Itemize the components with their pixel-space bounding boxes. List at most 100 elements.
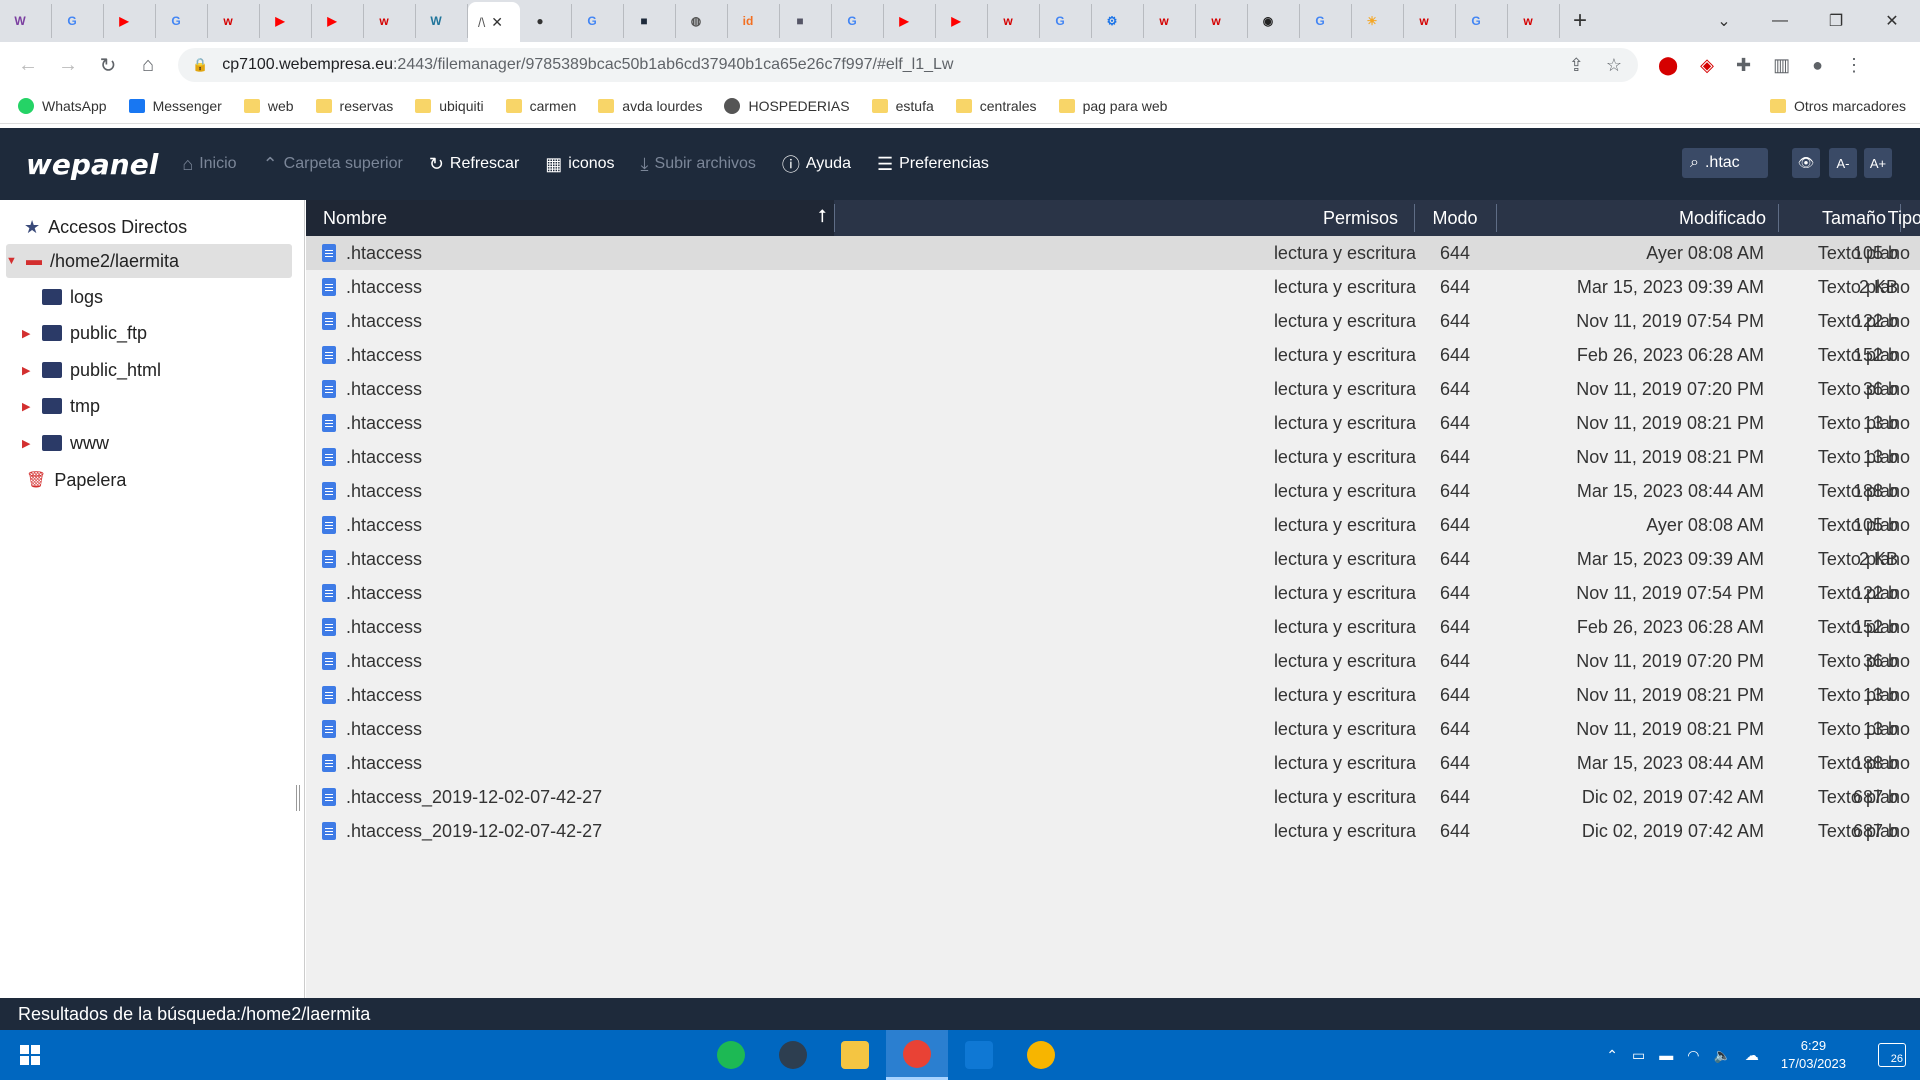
browser-tab[interactable]: ■ [624, 4, 676, 38]
wifi-icon[interactable]: ◠ [1687, 1047, 1699, 1064]
browser-tab[interactable]: ◉ [1248, 4, 1300, 38]
file-row[interactable]: .htaccess lectura y escritura 644 Ayer 08:0… [306, 508, 1920, 542]
tree-node-www[interactable]: ▶ www [22, 426, 109, 460]
taskbar-app[interactable] [886, 1030, 948, 1080]
file-row[interactable]: .htaccess lectura y escritura 644 Nov 11, 2… [306, 678, 1920, 712]
close-tab-icon[interactable]: ✕ [491, 14, 503, 31]
browser-tab[interactable]: G [572, 4, 624, 38]
browser-tab[interactable]: id [728, 4, 780, 38]
collapsed-arrow-icon[interactable]: ▶ [22, 327, 34, 340]
chrome-menu-icon[interactable]: ⋮ [1845, 55, 1863, 76]
refresh-button[interactable]: ↻ Refrescar [429, 154, 519, 175]
taskbar-app[interactable] [762, 1030, 824, 1080]
browser-tab[interactable]: G [52, 4, 104, 38]
bookmark-item[interactable]: pag para web [1058, 98, 1167, 114]
restore-button[interactable]: ❐ [1808, 11, 1864, 31]
battery-icon[interactable]: ▬ [1659, 1047, 1673, 1063]
browser-tab[interactable]: w [988, 4, 1040, 38]
browser-tab[interactable]: ◍ [676, 4, 728, 38]
file-row[interactable]: .htaccess lectura y escritura 644 Nov 11, 2… [306, 440, 1920, 474]
file-row[interactable]: .htaccess lectura y escritura 644 Nov 11, 2… [306, 406, 1920, 440]
browser-tab[interactable]: G [1300, 4, 1352, 38]
start-button[interactable] [0, 1045, 60, 1065]
browser-tab[interactable]: ⚙ [1092, 4, 1144, 38]
volume-icon[interactable]: 🔈 [1713, 1047, 1730, 1064]
column-header-permissions[interactable]: Permisos [834, 200, 1414, 236]
side-panel-icon[interactable]: ▥ [1773, 55, 1790, 76]
bookmark-item[interactable]: HOSPEDERIAS [724, 97, 850, 114]
column-header-type[interactable]: Tipo [1888, 200, 1920, 236]
browser-tab[interactable]: ☀ [1352, 4, 1404, 38]
tab-search-icon[interactable]: ⌄ [1696, 11, 1752, 31]
bookmark-item[interactable]: avda lourdes [598, 98, 702, 114]
opera-extension-icon[interactable]: ⬤ [1658, 55, 1678, 76]
collapsed-arrow-icon[interactable]: ▶ [22, 437, 34, 450]
bookmark-item[interactable]: centrales [955, 98, 1037, 114]
file-row[interactable]: .htaccess lectura y escritura 644 Nov 11, 2… [306, 372, 1920, 406]
view-toggle-button[interactable]: 👁 [1792, 148, 1820, 178]
browser-tab[interactable]: G [832, 4, 884, 38]
new-tab-button[interactable]: + [1560, 7, 1600, 35]
file-row[interactable]: .htaccess lectura y escritura 644 Mar 15, 2… [306, 542, 1920, 576]
icons-view-button[interactable]: ▦ iconos [545, 154, 614, 175]
file-row[interactable]: .htaccess lectura y escritura 644 Nov 11, 2… [306, 712, 1920, 746]
column-header-modified[interactable]: Modificado [1496, 200, 1778, 236]
browser-tab[interactable]: G [156, 4, 208, 38]
taskbar-app[interactable] [824, 1030, 886, 1080]
font-larger-button[interactable]: A+ [1864, 148, 1892, 178]
tree-node-tmp[interactable]: ▶ tmp [22, 389, 100, 423]
panel-resize-handle[interactable] [296, 785, 300, 811]
chevron-up-icon[interactable]: ⌃ [1606, 1047, 1618, 1064]
bookmark-star-icon[interactable]: ☆ [1606, 55, 1622, 76]
taskbar-app[interactable] [948, 1030, 1010, 1080]
tree-node-public-html[interactable]: ▶ public_html [22, 353, 161, 387]
browser-tab[interactable]: ■ [780, 4, 832, 38]
share-icon[interactable]: ⇪ [1569, 55, 1584, 76]
upload-button[interactable]: ⤓ Subir archivos [641, 154, 756, 175]
device-icon[interactable]: ▭ [1632, 1047, 1645, 1064]
browser-tab[interactable]: w [364, 4, 416, 38]
close-window-button[interactable]: ✕ [1864, 11, 1920, 31]
bookmark-other[interactable]: Otros marcadores [1769, 98, 1906, 114]
file-row[interactable]: .htaccess lectura y escritura 644 Nov 11, 2… [306, 644, 1920, 678]
file-row[interactable]: .htaccess lectura y escritura 644 Ayer 08:0… [306, 236, 1920, 270]
bookmark-item[interactable]: WhatsApp [18, 97, 107, 114]
column-header-size[interactable]: Tamaño [1778, 200, 1900, 236]
bookmark-item[interactable]: web [243, 98, 294, 114]
file-row[interactable]: .htaccess lectura y escritura 644 Nov 11, 2… [306, 304, 1920, 338]
collapsed-arrow-icon[interactable]: ▶ [22, 364, 34, 377]
bookmark-item[interactable]: estufa [871, 98, 934, 114]
home-button[interactable]: ⌂ [128, 54, 168, 77]
browser-tab[interactable]: ● [520, 4, 572, 38]
browser-tab[interactable]: ▶ [260, 4, 312, 38]
column-header-name[interactable]: Nombre [323, 200, 387, 236]
collapsed-arrow-icon[interactable]: ▶ [22, 400, 34, 413]
taskbar-app[interactable] [1010, 1030, 1072, 1080]
preferences-button[interactable]: ☰ Preferencias [877, 154, 989, 175]
column-header-mode[interactable]: Modo [1414, 200, 1496, 236]
browser-tab[interactable]: ▶ [936, 4, 988, 38]
parent-folder-button[interactable]: ⌃ Carpeta superior [263, 154, 403, 175]
file-row[interactable]: .htaccess lectura y escritura 644 Mar 15, 2… [306, 746, 1920, 780]
file-row[interactable]: .htaccess lectura y escritura 644 Mar 15, 2… [306, 474, 1920, 508]
browser-tab[interactable]: ▶ [312, 4, 364, 38]
browser-tab[interactable]: w [208, 4, 260, 38]
browser-tab-active[interactable]: /\ ✕ [468, 2, 520, 42]
browser-tab[interactable]: G [1456, 4, 1508, 38]
blocker-extension-icon[interactable]: ◈ [1700, 55, 1714, 76]
browser-tab[interactable]: w [1404, 4, 1456, 38]
forward-button[interactable]: → [48, 54, 88, 77]
browser-tab[interactable]: W [416, 4, 468, 38]
browser-tab[interactable]: G [1040, 4, 1092, 38]
trash-node[interactable]: 🗑 Papelera [26, 463, 126, 497]
expanded-arrow-icon[interactable]: ▼ [6, 255, 18, 267]
sort-ascending-icon[interactable]: ⭡ [818, 206, 826, 227]
browser-tab[interactable]: w [1508, 4, 1560, 38]
taskbar-app[interactable] [700, 1030, 762, 1080]
browser-tab[interactable]: ▶ [104, 4, 156, 38]
file-row[interactable]: .htaccess_2019-12-02-07-42-27 lectura y e… [306, 814, 1920, 848]
file-row[interactable]: .htaccess lectura y escritura 644 Feb 26, 2… [306, 610, 1920, 644]
help-button[interactable]: ⓘ Ayuda [782, 151, 851, 177]
browser-tab[interactable]: w [1144, 4, 1196, 38]
bookmark-item[interactable]: Messenger [128, 98, 222, 114]
